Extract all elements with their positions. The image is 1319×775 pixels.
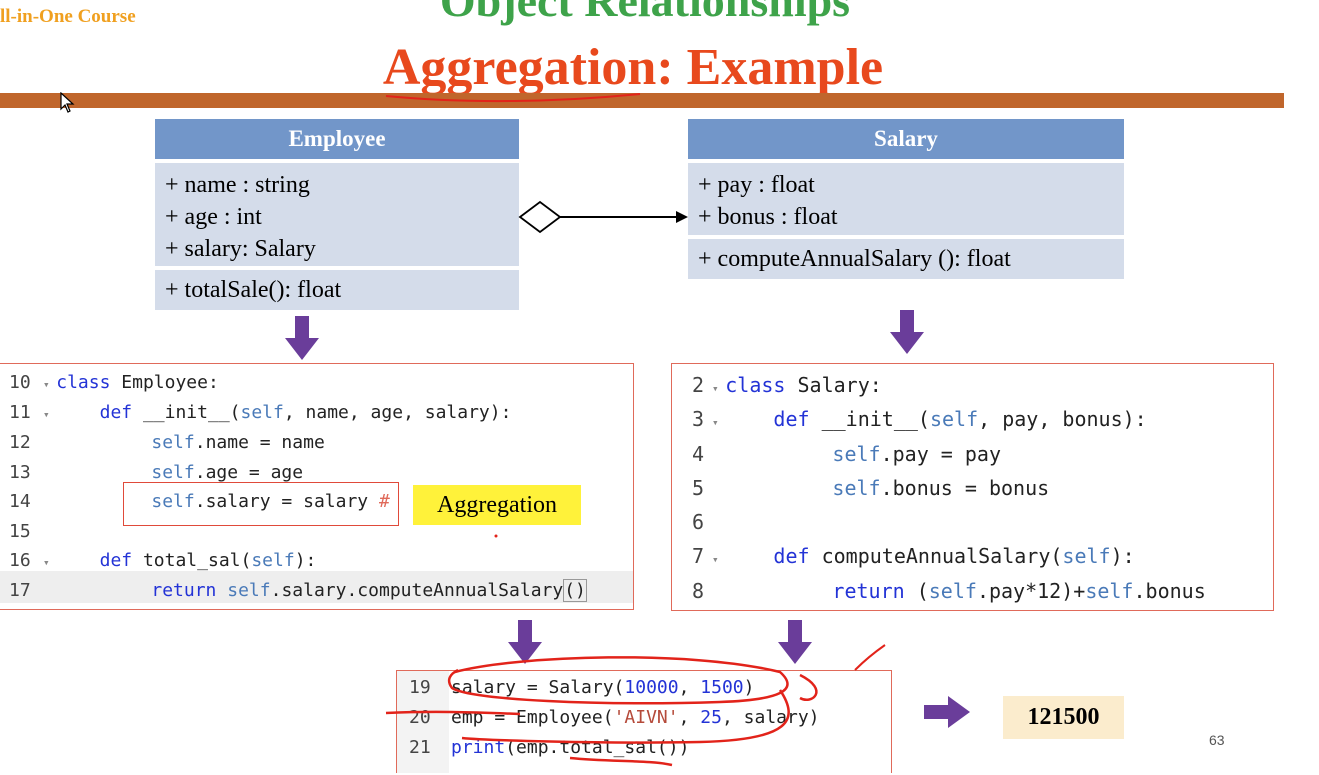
slide-title: Aggregation: Example	[382, 39, 884, 96]
page-number: 63	[1209, 732, 1225, 748]
aggregation-connector	[518, 200, 688, 234]
salary-attributes: + pay : float + bonus : float	[688, 163, 1124, 235]
code-line: 10 ▾ class Employee:	[9, 372, 219, 393]
down-arrow-icon	[890, 310, 924, 354]
aggregation-diamond-icon	[518, 200, 562, 234]
salary-attr-pay: + pay : float	[698, 172, 815, 198]
code-line: 4 self.pay = pay	[692, 442, 1002, 466]
mouse-cursor-icon	[60, 92, 75, 113]
code-line: 2 ▾ class Salary:	[692, 373, 882, 397]
down-arrow-icon	[508, 620, 542, 664]
salary-code-block: 2 ▾ class Salary: 3 ▾ def __init__(self, p…	[671, 363, 1274, 611]
code-line: 19 salary = Salary(10000, 1500)	[409, 677, 755, 698]
code-line: 13 self.age = age	[9, 462, 304, 483]
code-line: 16 ▾ def total_sal(self):	[9, 550, 317, 571]
code-line: 11 ▾ def __init__(self, name, age, salary…	[9, 402, 512, 423]
aggregation-line-box	[123, 482, 399, 526]
salary-method-compute: + computeAnnualSalary (): float	[698, 246, 1011, 272]
aggregation-tag: Aggregation	[413, 485, 581, 525]
code-line: 21 print(emp.total_sal())	[409, 737, 690, 758]
usage-code-block: 19 salary = Salary(10000, 1500) 20 emp = E…	[396, 670, 892, 773]
code-line: 8 return (self.pay*12)+self.bonus	[692, 579, 1206, 603]
employee-attr-age: + age : int	[165, 204, 262, 230]
code-line: 5 self.bonus = bonus	[692, 476, 1050, 500]
employee-attr-name: + name : string	[165, 172, 310, 198]
down-arrow-icon	[285, 316, 319, 360]
arrowhead-icon	[676, 211, 688, 223]
right-arrow-icon	[924, 696, 970, 728]
code-line: 6	[692, 510, 705, 534]
code-line: 12 self.name = name	[9, 432, 325, 453]
code-line: 7 ▾ def computeAnnualSalary(self):	[692, 544, 1135, 568]
employee-class-name: Employee	[155, 119, 519, 159]
employee-code-block: 10 ▾ class Employee: 11 ▾ def __init__(sel…	[0, 363, 634, 610]
employee-methods: + totalSale(): float	[155, 270, 519, 310]
slide-supertitle: Object Relationships	[439, 0, 851, 26]
employee-method-totalsale: + totalSale(): float	[165, 277, 342, 303]
employee-uml-class: Employee + name : string + age : int + s…	[155, 119, 519, 310]
salary-attr-bonus: + bonus : float	[698, 204, 838, 230]
employee-attr-salary: + salary: Salary	[165, 236, 316, 262]
salary-methods: + computeAnnualSalary (): float	[688, 239, 1124, 279]
code-line: 17 return self.salary.computeAnnualSalar…	[9, 579, 587, 602]
down-arrow-icon	[778, 620, 812, 664]
title-divider-bar	[0, 93, 1284, 108]
employee-attributes: + name : string + age : int + salary: Sa…	[155, 163, 519, 266]
salary-class-name: Salary	[688, 119, 1124, 159]
code-line: 20 emp = Employee('AIVN', 25, salary)	[409, 707, 820, 728]
code-line: 3 ▾ def __init__(self, pay, bonus):	[692, 407, 1147, 431]
salary-uml-class: Salary + pay : float + bonus : float + c…	[688, 119, 1124, 279]
output-value: 121500	[1003, 696, 1124, 739]
